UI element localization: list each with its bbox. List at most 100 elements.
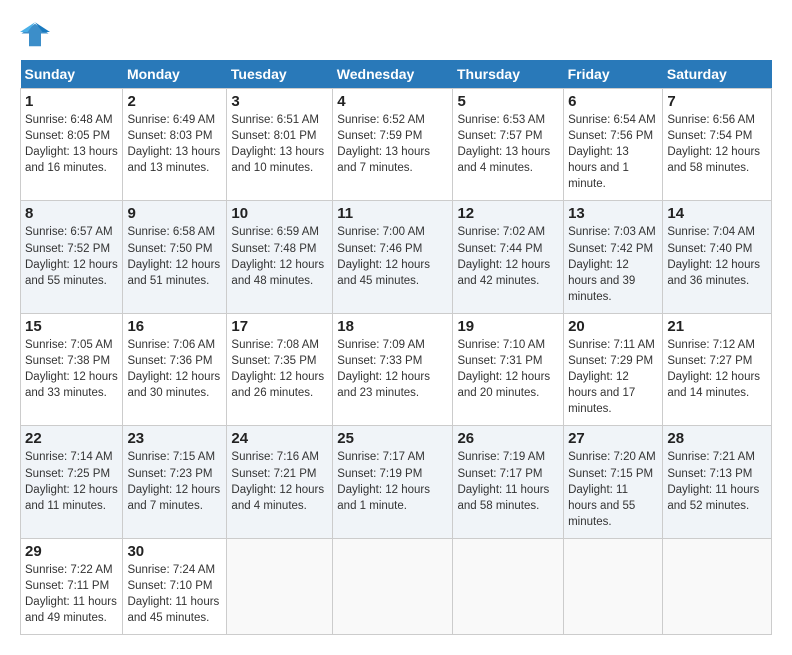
logo xyxy=(20,20,54,50)
day-header-wednesday: Wednesday xyxy=(333,60,453,89)
calendar-cell: 3 Sunrise: 6:51 AMSunset: 8:01 PMDaylight… xyxy=(227,89,333,201)
day-header-sunday: Sunday xyxy=(21,60,123,89)
calendar-week-row: 15 Sunrise: 7:05 AMSunset: 7:38 PMDayligh… xyxy=(21,313,772,425)
day-number: 22 xyxy=(25,430,118,447)
day-number: 11 xyxy=(337,205,448,222)
day-number: 27 xyxy=(568,430,658,447)
day-number: 20 xyxy=(568,318,658,335)
calendar-cell xyxy=(227,538,333,634)
cell-content: Sunrise: 7:09 AMSunset: 7:33 PMDaylight:… xyxy=(337,339,430,399)
cell-content: Sunrise: 7:14 AMSunset: 7:25 PMDaylight:… xyxy=(25,451,118,511)
calendar-cell: 29 Sunrise: 7:22 AMSunset: 7:11 PMDayligh… xyxy=(21,538,123,634)
day-header-monday: Monday xyxy=(123,60,227,89)
cell-content: Sunrise: 6:54 AMSunset: 7:56 PMDaylight:… xyxy=(568,114,656,190)
day-number: 4 xyxy=(337,93,448,110)
day-number: 21 xyxy=(667,318,767,335)
day-number: 16 xyxy=(127,318,222,335)
cell-content: Sunrise: 6:57 AMSunset: 7:52 PMDaylight:… xyxy=(25,226,118,286)
calendar-cell: 24Sunrise: 7:16 AMSunset: 7:21 PMDayligh… xyxy=(227,426,333,538)
day-number: 10 xyxy=(231,205,328,222)
day-number: 29 xyxy=(25,543,118,560)
cell-content: Sunrise: 7:17 AMSunset: 7:19 PMDaylight:… xyxy=(337,451,430,511)
calendar-cell: 26Sunrise: 7:19 AMSunset: 7:17 PMDayligh… xyxy=(453,426,564,538)
calendar-cell: 18 Sunrise: 7:09 AMSunset: 7:33 PMDayligh… xyxy=(333,313,453,425)
day-number: 3 xyxy=(231,93,328,110)
calendar-cell: 16 Sunrise: 7:06 AMSunset: 7:36 PMDayligh… xyxy=(123,313,227,425)
logo-icon xyxy=(20,20,50,50)
calendar-cell xyxy=(333,538,453,634)
day-number: 26 xyxy=(457,430,559,447)
cell-content: Sunrise: 6:56 AMSunset: 7:54 PMDaylight:… xyxy=(667,114,760,174)
cell-content: Sunrise: 6:49 AMSunset: 8:03 PMDaylight:… xyxy=(127,114,220,174)
day-number: 23 xyxy=(127,430,222,447)
cell-content: Sunrise: 7:12 AMSunset: 7:27 PMDaylight:… xyxy=(667,339,760,399)
calendar-cell: 13Sunrise: 7:03 AMSunset: 7:42 PMDayligh… xyxy=(564,201,663,313)
day-number: 19 xyxy=(457,318,559,335)
calendar-cell xyxy=(564,538,663,634)
cell-content: Sunrise: 6:51 AMSunset: 8:01 PMDaylight:… xyxy=(231,114,324,174)
calendar-cell: 11 Sunrise: 7:00 AMSunset: 7:46 PMDayligh… xyxy=(333,201,453,313)
cell-content: Sunrise: 6:53 AMSunset: 7:57 PMDaylight:… xyxy=(457,114,550,174)
day-number: 28 xyxy=(667,430,767,447)
cell-content: Sunrise: 6:48 AMSunset: 8:05 PMDaylight:… xyxy=(25,114,118,174)
cell-content: Sunrise: 7:08 AMSunset: 7:35 PMDaylight:… xyxy=(231,339,324,399)
calendar-cell xyxy=(453,538,564,634)
calendar-cell: 1 Sunrise: 6:48 AMSunset: 8:05 PMDaylight… xyxy=(21,89,123,201)
day-header-tuesday: Tuesday xyxy=(227,60,333,89)
day-number: 8 xyxy=(25,205,118,222)
calendar-cell: 25Sunrise: 7:17 AMSunset: 7:19 PMDayligh… xyxy=(333,426,453,538)
calendar-cell: 28Sunrise: 7:21 AMSunset: 7:13 PMDayligh… xyxy=(663,426,772,538)
cell-content: Sunrise: 6:58 AMSunset: 7:50 PMDaylight:… xyxy=(127,226,220,286)
calendar-week-row: 29 Sunrise: 7:22 AMSunset: 7:11 PMDayligh… xyxy=(21,538,772,634)
calendar-cell: 9 Sunrise: 6:58 AMSunset: 7:50 PMDaylight… xyxy=(123,201,227,313)
day-header-friday: Friday xyxy=(564,60,663,89)
day-number: 17 xyxy=(231,318,328,335)
day-number: 30 xyxy=(127,543,222,560)
calendar-cell: 4 Sunrise: 6:52 AMSunset: 7:59 PMDaylight… xyxy=(333,89,453,201)
calendar-cell: 10Sunrise: 6:59 AMSunset: 7:48 PMDayligh… xyxy=(227,201,333,313)
calendar-cell: 27Sunrise: 7:20 AMSunset: 7:15 PMDayligh… xyxy=(564,426,663,538)
cell-content: Sunrise: 7:04 AMSunset: 7:40 PMDaylight:… xyxy=(667,226,760,286)
day-number: 14 xyxy=(667,205,767,222)
calendar-cell: 6 Sunrise: 6:54 AMSunset: 7:56 PMDaylight… xyxy=(564,89,663,201)
calendar-cell: 5 Sunrise: 6:53 AMSunset: 7:57 PMDaylight… xyxy=(453,89,564,201)
calendar-cell: 19Sunrise: 7:10 AMSunset: 7:31 PMDayligh… xyxy=(453,313,564,425)
day-number: 6 xyxy=(568,93,658,110)
day-number: 12 xyxy=(457,205,559,222)
calendar-cell xyxy=(663,538,772,634)
cell-content: Sunrise: 7:11 AMSunset: 7:29 PMDaylight:… xyxy=(568,339,655,415)
calendar-cell: 8 Sunrise: 6:57 AMSunset: 7:52 PMDaylight… xyxy=(21,201,123,313)
day-number: 13 xyxy=(568,205,658,222)
calendar-cell: 2 Sunrise: 6:49 AMSunset: 8:03 PMDaylight… xyxy=(123,89,227,201)
day-number: 2 xyxy=(127,93,222,110)
cell-content: Sunrise: 7:02 AMSunset: 7:44 PMDaylight:… xyxy=(457,226,550,286)
calendar-table: SundayMondayTuesdayWednesdayThursdayFrid… xyxy=(20,60,772,635)
cell-content: Sunrise: 6:52 AMSunset: 7:59 PMDaylight:… xyxy=(337,114,430,174)
calendar-cell: 17 Sunrise: 7:08 AMSunset: 7:35 PMDayligh… xyxy=(227,313,333,425)
day-number: 9 xyxy=(127,205,222,222)
cell-content: Sunrise: 7:00 AMSunset: 7:46 PMDaylight:… xyxy=(337,226,430,286)
calendar-week-row: 8 Sunrise: 6:57 AMSunset: 7:52 PMDaylight… xyxy=(21,201,772,313)
calendar-cell: 20 Sunrise: 7:11 AMSunset: 7:29 PMDayligh… xyxy=(564,313,663,425)
calendar-cell: 22 Sunrise: 7:14 AMSunset: 7:25 PMDayligh… xyxy=(21,426,123,538)
calendar-cell: 23Sunrise: 7:15 AMSunset: 7:23 PMDayligh… xyxy=(123,426,227,538)
day-number: 18 xyxy=(337,318,448,335)
day-number: 1 xyxy=(25,93,118,110)
day-number: 5 xyxy=(457,93,559,110)
calendar-cell: 15 Sunrise: 7:05 AMSunset: 7:38 PMDayligh… xyxy=(21,313,123,425)
calendar-header-row: SundayMondayTuesdayWednesdayThursdayFrid… xyxy=(21,60,772,89)
page-header xyxy=(20,20,772,50)
cell-content: Sunrise: 7:22 AMSunset: 7:11 PMDaylight:… xyxy=(25,564,117,624)
cell-content: Sunrise: 7:24 AMSunset: 7:10 PMDaylight:… xyxy=(127,564,219,624)
cell-content: Sunrise: 7:05 AMSunset: 7:38 PMDaylight:… xyxy=(25,339,118,399)
calendar-cell: 7 Sunrise: 6:56 AMSunset: 7:54 PMDaylight… xyxy=(663,89,772,201)
day-number: 7 xyxy=(667,93,767,110)
calendar-cell: 30 Sunrise: 7:24 AMSunset: 7:10 PMDayligh… xyxy=(123,538,227,634)
day-header-saturday: Saturday xyxy=(663,60,772,89)
calendar-cell: 21 Sunrise: 7:12 AMSunset: 7:27 PMDayligh… xyxy=(663,313,772,425)
cell-content: Sunrise: 7:16 AMSunset: 7:21 PMDaylight:… xyxy=(231,451,324,511)
cell-content: Sunrise: 7:06 AMSunset: 7:36 PMDaylight:… xyxy=(127,339,220,399)
calendar-cell: 12 Sunrise: 7:02 AMSunset: 7:44 PMDayligh… xyxy=(453,201,564,313)
day-number: 15 xyxy=(25,318,118,335)
calendar-cell: 14 Sunrise: 7:04 AMSunset: 7:40 PMDayligh… xyxy=(663,201,772,313)
